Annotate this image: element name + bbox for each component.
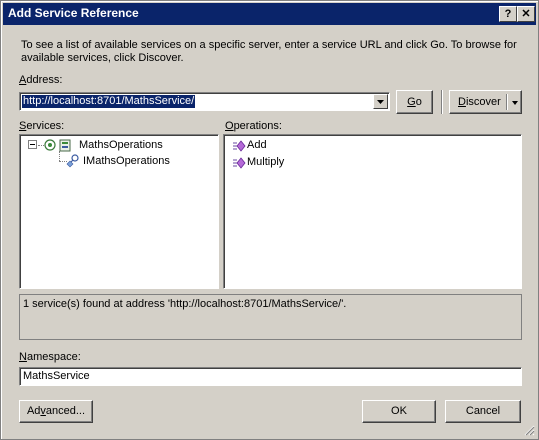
address-input-value[interactable]: http://localhost:8701/MathsService/ [22, 95, 196, 108]
instructions-text: To see a list of available services on a… [21, 39, 517, 64]
service-icon [44, 139, 71, 152]
method-icon [233, 140, 246, 152]
close-icon: ✕ [521, 8, 531, 20]
help-button[interactable]: ? [499, 6, 517, 22]
address-combobox[interactable]: http://localhost:8701/MathsService/ [19, 92, 390, 111]
split-divider [506, 94, 508, 110]
tree-item-label[interactable]: MathsOperations [79, 139, 163, 151]
resize-grip-icon[interactable] [523, 424, 535, 436]
cancel-button[interactable]: Cancel [445, 400, 521, 423]
operations-list[interactable]: Add Multiply [223, 134, 522, 289]
status-message: 1 service(s) found at address 'http://lo… [23, 298, 347, 310]
operations-label: Operations: [225, 120, 282, 132]
ok-button[interactable]: OK [362, 400, 436, 423]
namespace-value[interactable]: MathsService [23, 370, 90, 382]
namespace-label: Namespace: [19, 351, 81, 363]
operation-label: Add [247, 139, 267, 151]
minus-icon [30, 144, 35, 145]
help-icon: ? [504, 8, 512, 20]
discover-dropdown-arrow-icon[interactable] [510, 98, 520, 108]
services-tree[interactable]: MathsOperations IMathsOperations [19, 134, 219, 289]
discover-button-label[interactable]: Discover [458, 91, 501, 113]
method-icon [233, 157, 246, 169]
title-bar: Add Service Reference ? ✕ [3, 3, 536, 25]
add-service-reference-dialog: Add Service Reference ? ✕ To see a list … [0, 0, 539, 440]
address-label: Address: [19, 74, 63, 86]
close-button[interactable]: ✕ [517, 6, 535, 22]
status-message-box: 1 service(s) found at address 'http://lo… [19, 294, 522, 340]
address-dropdown-button[interactable] [373, 94, 388, 109]
discover-split-button[interactable]: Discover [449, 90, 522, 114]
namespace-input[interactable]: MathsService [19, 367, 522, 386]
tree-item-label[interactable]: IMathsOperations [83, 155, 170, 167]
collapse-toggle[interactable] [28, 140, 37, 149]
advanced-button[interactable]: Advanced... [19, 400, 93, 423]
window-title: Add Service Reference [8, 6, 139, 20]
services-label: Services: [19, 120, 65, 132]
toolbar-separator [441, 90, 443, 114]
operation-label: Multiply [247, 156, 285, 168]
interface-icon [66, 154, 79, 168]
go-button[interactable]: Go [396, 90, 433, 114]
chevron-down-icon [377, 100, 384, 104]
